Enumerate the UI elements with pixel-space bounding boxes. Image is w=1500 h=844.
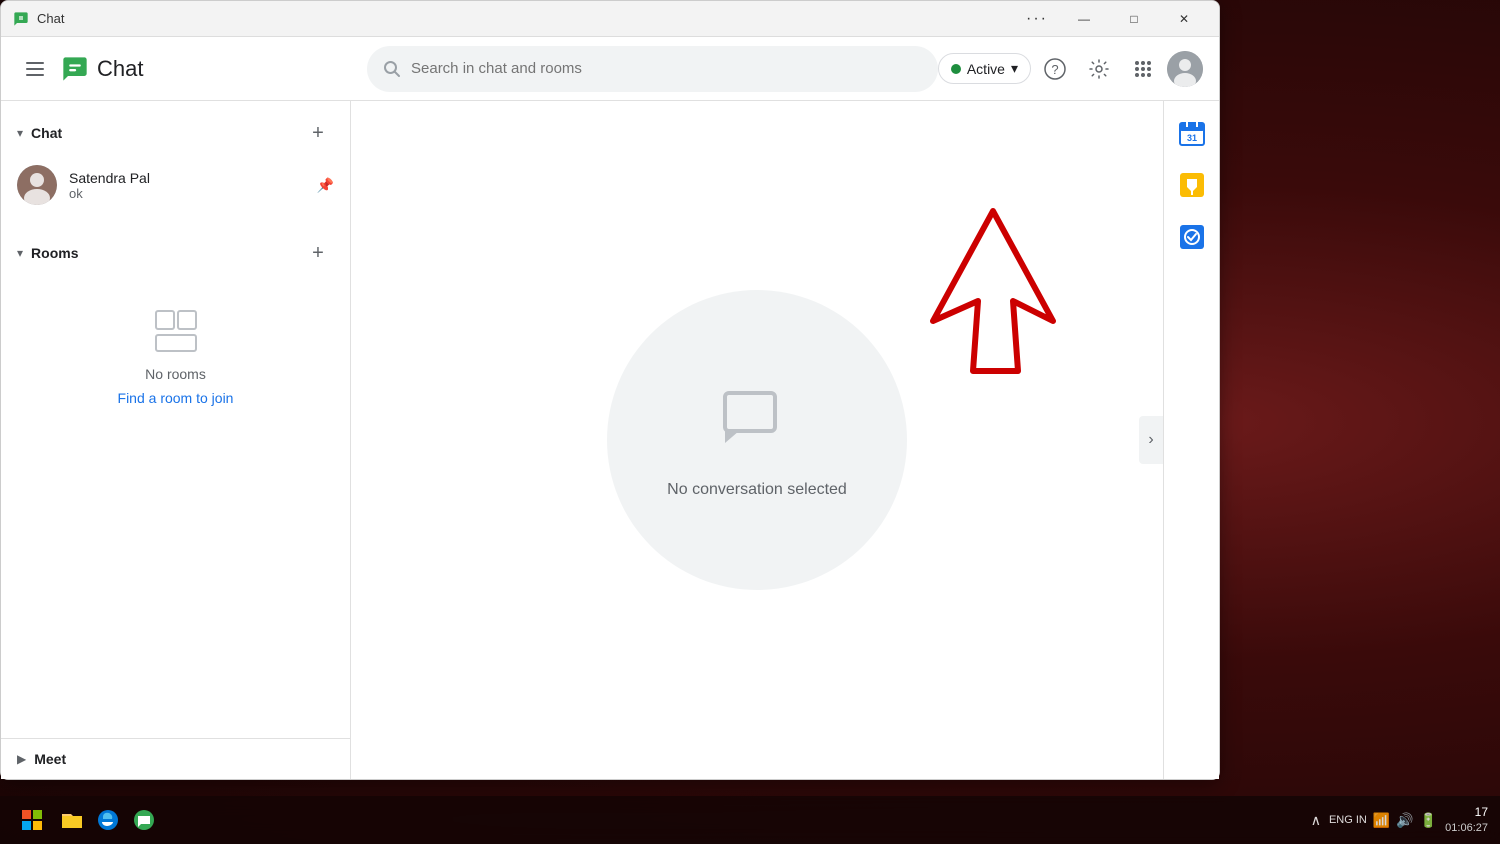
file-explorer-icon (60, 808, 84, 832)
contact-avatar-icon (17, 165, 57, 205)
app-header: Chat Active ▾ ? (1, 37, 1219, 101)
meet-title: Meet (34, 751, 66, 767)
windows-start-icon (22, 810, 42, 830)
header-center (367, 46, 938, 92)
svg-text:31: 31 (1186, 133, 1196, 143)
avatar[interactable] (1167, 51, 1203, 87)
logo: Chat (61, 55, 143, 83)
status-chevron-icon: ▾ (1011, 60, 1018, 77)
maximize-button[interactable]: □ (1111, 4, 1157, 34)
chat-section-title: Chat (31, 125, 62, 141)
chat-section-header-left: ▾ Chat (17, 125, 62, 141)
arrow-pointer-icon (923, 201, 1063, 381)
no-rooms-text: No rooms (145, 366, 206, 382)
close-button[interactable]: ✕ (1161, 4, 1207, 34)
meet-section: ▶ Meet (1, 738, 350, 779)
window-title: Chat (37, 11, 1017, 26)
header-right: Active ▾ ? (938, 49, 1203, 89)
more-options-button[interactable]: ··· (1017, 4, 1057, 34)
sidebar: ▾ Chat + Satendra Pal (1, 101, 351, 779)
file-explorer-button[interactable] (56, 804, 88, 836)
tasks-button[interactable] (1172, 217, 1212, 257)
no-rooms-icon (154, 309, 198, 358)
settings-icon (1088, 58, 1110, 80)
settings-button[interactable] (1079, 49, 1119, 89)
chat-preview: ok (69, 186, 305, 201)
rooms-section-title: Rooms (31, 245, 78, 261)
meet-header[interactable]: ▶ Meet (17, 751, 334, 767)
no-conversation-icon (717, 381, 797, 461)
titlebar: Chat ··· — □ ✕ (1, 1, 1219, 37)
status-button[interactable]: Active ▾ (938, 53, 1031, 84)
tasks-icon (1178, 223, 1206, 251)
no-rooms-container: No rooms Find a room to join (1, 277, 350, 438)
volume-icon[interactable]: 🔊 (1396, 812, 1413, 829)
svg-text:?: ? (1051, 62, 1058, 77)
rooms-grid-icon (154, 309, 198, 353)
language-icon: ENG IN (1329, 814, 1367, 826)
chat-chevron-icon: ▾ (17, 126, 23, 140)
calendar-icon: 31 (1178, 119, 1206, 147)
add-chat-button[interactable]: + (302, 117, 334, 149)
chat-section-header[interactable]: ▾ Chat + (1, 109, 350, 157)
help-button[interactable]: ? (1035, 49, 1075, 89)
search-input[interactable] (411, 60, 922, 77)
right-sidebar: 31 (1163, 101, 1219, 779)
hamburger-icon (26, 60, 44, 78)
header-left: Chat (17, 51, 367, 87)
chat-logo-icon (61, 55, 89, 83)
chevron-right-icon: › (1148, 431, 1153, 449)
time: 17 (1445, 804, 1488, 821)
main-content: No conversation selected › (351, 101, 1163, 779)
chat-info: Satendra Pal ok (69, 170, 305, 201)
start-button[interactable] (12, 800, 52, 840)
browser-button[interactable] (92, 804, 124, 836)
tray-icons: ENG IN 📶 🔊 🔋 (1329, 812, 1437, 829)
chat-avatar (17, 165, 57, 205)
search-bar[interactable] (367, 46, 938, 92)
keep-icon (1178, 171, 1206, 199)
search-icon (383, 60, 401, 78)
taskbar-chat-button[interactable] (128, 804, 160, 836)
status-indicator (951, 64, 961, 74)
keep-button[interactable] (1172, 165, 1212, 205)
pin-icon: 📌 (317, 177, 334, 194)
taskbar: ∧ ENG IN 📶 🔊 🔋 17 01:06:27 (0, 796, 1500, 844)
clock[interactable]: 17 01:06:27 (1445, 804, 1488, 836)
user-avatar-icon (1167, 51, 1203, 87)
apps-button[interactable] (1123, 49, 1163, 89)
find-room-link[interactable]: Find a room to join (118, 390, 234, 406)
app-icon (13, 11, 29, 27)
no-conversation-text: No conversation selected (667, 481, 847, 499)
meet-chevron-icon: ▶ (17, 752, 26, 766)
sidebar-content: ▾ Chat + Satendra Pal (1, 101, 350, 738)
status-label: Active (967, 61, 1005, 77)
battery-icon[interactable]: 🔋 (1420, 812, 1437, 829)
date: 01:06:27 (1445, 821, 1488, 836)
wifi-icon[interactable]: 📶 (1373, 812, 1390, 829)
google-apps-icon (1132, 58, 1154, 80)
app-body: ▾ Chat + Satendra Pal (1, 101, 1219, 779)
rooms-section-header-left: ▾ Rooms (17, 245, 78, 261)
scroll-right-button[interactable]: › (1139, 416, 1163, 464)
tray-up-icon[interactable]: ∧ (1311, 812, 1321, 829)
help-icon: ? (1044, 58, 1066, 80)
calendar-button[interactable]: 31 (1172, 113, 1212, 153)
minimize-button[interactable]: — (1061, 4, 1107, 34)
no-conversation-container: No conversation selected (607, 290, 907, 590)
chat-item[interactable]: Satendra Pal ok 📌 (1, 157, 350, 213)
rooms-section-header[interactable]: ▾ Rooms + (1, 229, 350, 277)
hamburger-menu-button[interactable] (17, 51, 53, 87)
system-tray: ∧ ENG IN 📶 🔊 🔋 17 01:06:27 (1311, 804, 1488, 836)
edge-icon (96, 808, 120, 832)
contact-name: Satendra Pal (69, 170, 305, 186)
add-room-button[interactable]: + (302, 237, 334, 269)
chat-taskbar-icon (132, 808, 156, 832)
app-title: Chat (97, 56, 143, 82)
arrow-annotation (923, 201, 1063, 386)
window-controls: ··· — □ ✕ (1017, 4, 1207, 34)
rooms-chevron-icon: ▾ (17, 246, 23, 260)
